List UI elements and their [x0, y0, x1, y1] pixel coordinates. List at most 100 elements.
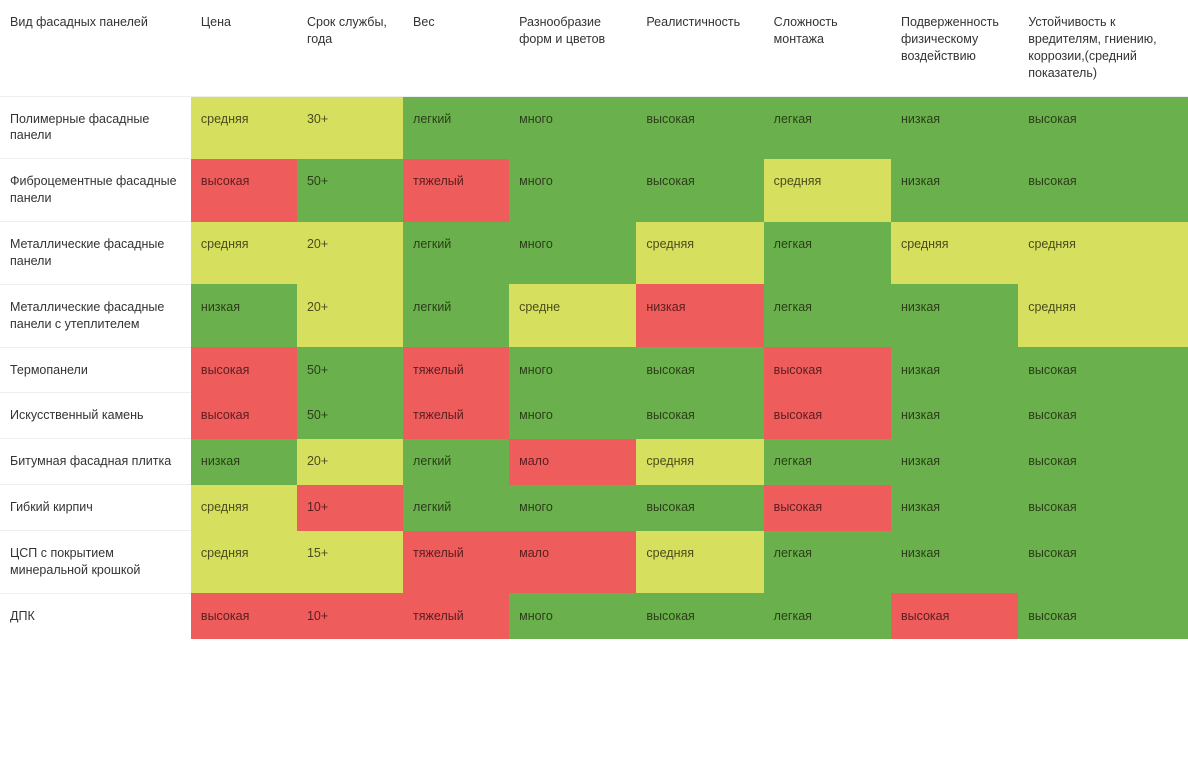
table-cell: высокая	[1018, 393, 1188, 439]
table-cell: 50+	[297, 159, 403, 222]
table-cell: 20+	[297, 222, 403, 285]
table-cell: тяжелый	[403, 531, 509, 594]
table-row: Металлические фасадные панелисредняя20+л…	[0, 222, 1188, 285]
table-cell: средняя	[636, 531, 763, 594]
header-lifespan: Срок службы, года	[297, 0, 403, 96]
table-cell: высокая	[891, 593, 1018, 638]
header-weight: Вес	[403, 0, 509, 96]
table-cell: высокая	[764, 485, 891, 531]
table-cell: низкая	[636, 284, 763, 347]
row-header: Металлические фасадные панели с утеплите…	[0, 284, 191, 347]
table-cell: высокая	[191, 393, 297, 439]
table-cell: высокая	[1018, 347, 1188, 393]
table-cell: легкий	[403, 439, 509, 485]
row-header: Фиброцементные фасадные панели	[0, 159, 191, 222]
row-header: Металлические фасадные панели	[0, 222, 191, 285]
table-cell: легкая	[764, 439, 891, 485]
table-cell: 30+	[297, 96, 403, 159]
table-cell: легкий	[403, 284, 509, 347]
table-cell: 20+	[297, 284, 403, 347]
table-cell: много	[509, 222, 636, 285]
table-cell: низкая	[891, 347, 1018, 393]
table-cell: низкая	[191, 439, 297, 485]
table-cell: 20+	[297, 439, 403, 485]
table-cell: легкая	[764, 531, 891, 594]
table-cell: средняя	[1018, 222, 1188, 285]
header-variety: Разнообразие форм и цветов	[509, 0, 636, 96]
row-header: Искусственный камень	[0, 393, 191, 439]
table-cell: низкая	[891, 159, 1018, 222]
table-cell: средняя	[191, 485, 297, 531]
table-cell: высокая	[191, 593, 297, 638]
table-row: ДПКвысокая10+тяжелыймноговысокаялегкаявы…	[0, 593, 1188, 638]
table-cell: легкая	[764, 222, 891, 285]
table-cell: мало	[509, 531, 636, 594]
table-row: Полимерные фасадные панелисредняя30+легк…	[0, 96, 1188, 159]
table-cell: высокая	[636, 347, 763, 393]
row-header: Термопанели	[0, 347, 191, 393]
table-row: Битумная фасадная плитканизкая20+легкийм…	[0, 439, 1188, 485]
table-cell: 15+	[297, 531, 403, 594]
table-row: Гибкий кирпичсредняя10+легкиймноговысока…	[0, 485, 1188, 531]
table-cell: много	[509, 393, 636, 439]
table-cell: легкая	[764, 593, 891, 638]
table-cell: тяжелый	[403, 393, 509, 439]
table-cell: 10+	[297, 593, 403, 638]
facade-panels-comparison-table: Вид фасадных панелей Цена Срок службы, г…	[0, 0, 1188, 639]
table-cell: средняя	[191, 531, 297, 594]
table-cell: низкая	[891, 485, 1018, 531]
table-row: ЦСП с покрытием минеральной крошкойсредн…	[0, 531, 1188, 594]
header-panel-type: Вид фасадных панелей	[0, 0, 191, 96]
table-cell: высокая	[636, 96, 763, 159]
table-cell: средняя	[636, 439, 763, 485]
table-cell: высокая	[1018, 439, 1188, 485]
table-cell: высокая	[1018, 159, 1188, 222]
table-cell: высокая	[1018, 96, 1188, 159]
row-header: ЦСП с покрытием минеральной крошкой	[0, 531, 191, 594]
header-resistance: Устойчивость к вредителям, гниению, корр…	[1018, 0, 1188, 96]
table-cell: высокая	[1018, 531, 1188, 594]
row-header: ДПК	[0, 593, 191, 638]
table-cell: высокая	[636, 485, 763, 531]
table-cell: легкий	[403, 96, 509, 159]
table-cell: средняя	[764, 159, 891, 222]
table-cell: 10+	[297, 485, 403, 531]
table-cell: низкая	[891, 284, 1018, 347]
table-cell: средняя	[191, 96, 297, 159]
table-row: Термопанеливысокая50+тяжелыймноговысокая…	[0, 347, 1188, 393]
row-header: Гибкий кирпич	[0, 485, 191, 531]
table-body: Полимерные фасадные панелисредняя30+легк…	[0, 96, 1188, 639]
table-cell: высокая	[636, 159, 763, 222]
table-cell: много	[509, 159, 636, 222]
table-cell: много	[509, 485, 636, 531]
table-cell: низкая	[891, 531, 1018, 594]
row-header: Битумная фасадная плитка	[0, 439, 191, 485]
table-cell: средняя	[1018, 284, 1188, 347]
table-cell: низкая	[891, 96, 1018, 159]
table-cell: высокая	[764, 393, 891, 439]
table-cell: низкая	[891, 393, 1018, 439]
table-cell: легкий	[403, 222, 509, 285]
table-cell: высокая	[191, 347, 297, 393]
table-cell: высокая	[764, 347, 891, 393]
table-cell: мало	[509, 439, 636, 485]
table-cell: высокая	[636, 593, 763, 638]
table-cell: много	[509, 96, 636, 159]
table-cell: средне	[509, 284, 636, 347]
table-cell: высокая	[636, 393, 763, 439]
table-cell: тяжелый	[403, 347, 509, 393]
table-cell: средняя	[891, 222, 1018, 285]
table-header-row: Вид фасадных панелей Цена Срок службы, г…	[0, 0, 1188, 96]
header-price: Цена	[191, 0, 297, 96]
table-row: Искусственный каменьвысокая50+тяжелыймно…	[0, 393, 1188, 439]
table-cell: легкий	[403, 485, 509, 531]
table-cell: средняя	[191, 222, 297, 285]
table-cell: тяжелый	[403, 593, 509, 638]
table-cell: высокая	[1018, 485, 1188, 531]
table-cell: легкая	[764, 284, 891, 347]
header-install-difficulty: Сложность монтажа	[764, 0, 891, 96]
table-cell: 50+	[297, 347, 403, 393]
table-row: Металлические фасадные панели с утеплите…	[0, 284, 1188, 347]
table-cell: тяжелый	[403, 159, 509, 222]
table-cell: 50+	[297, 393, 403, 439]
